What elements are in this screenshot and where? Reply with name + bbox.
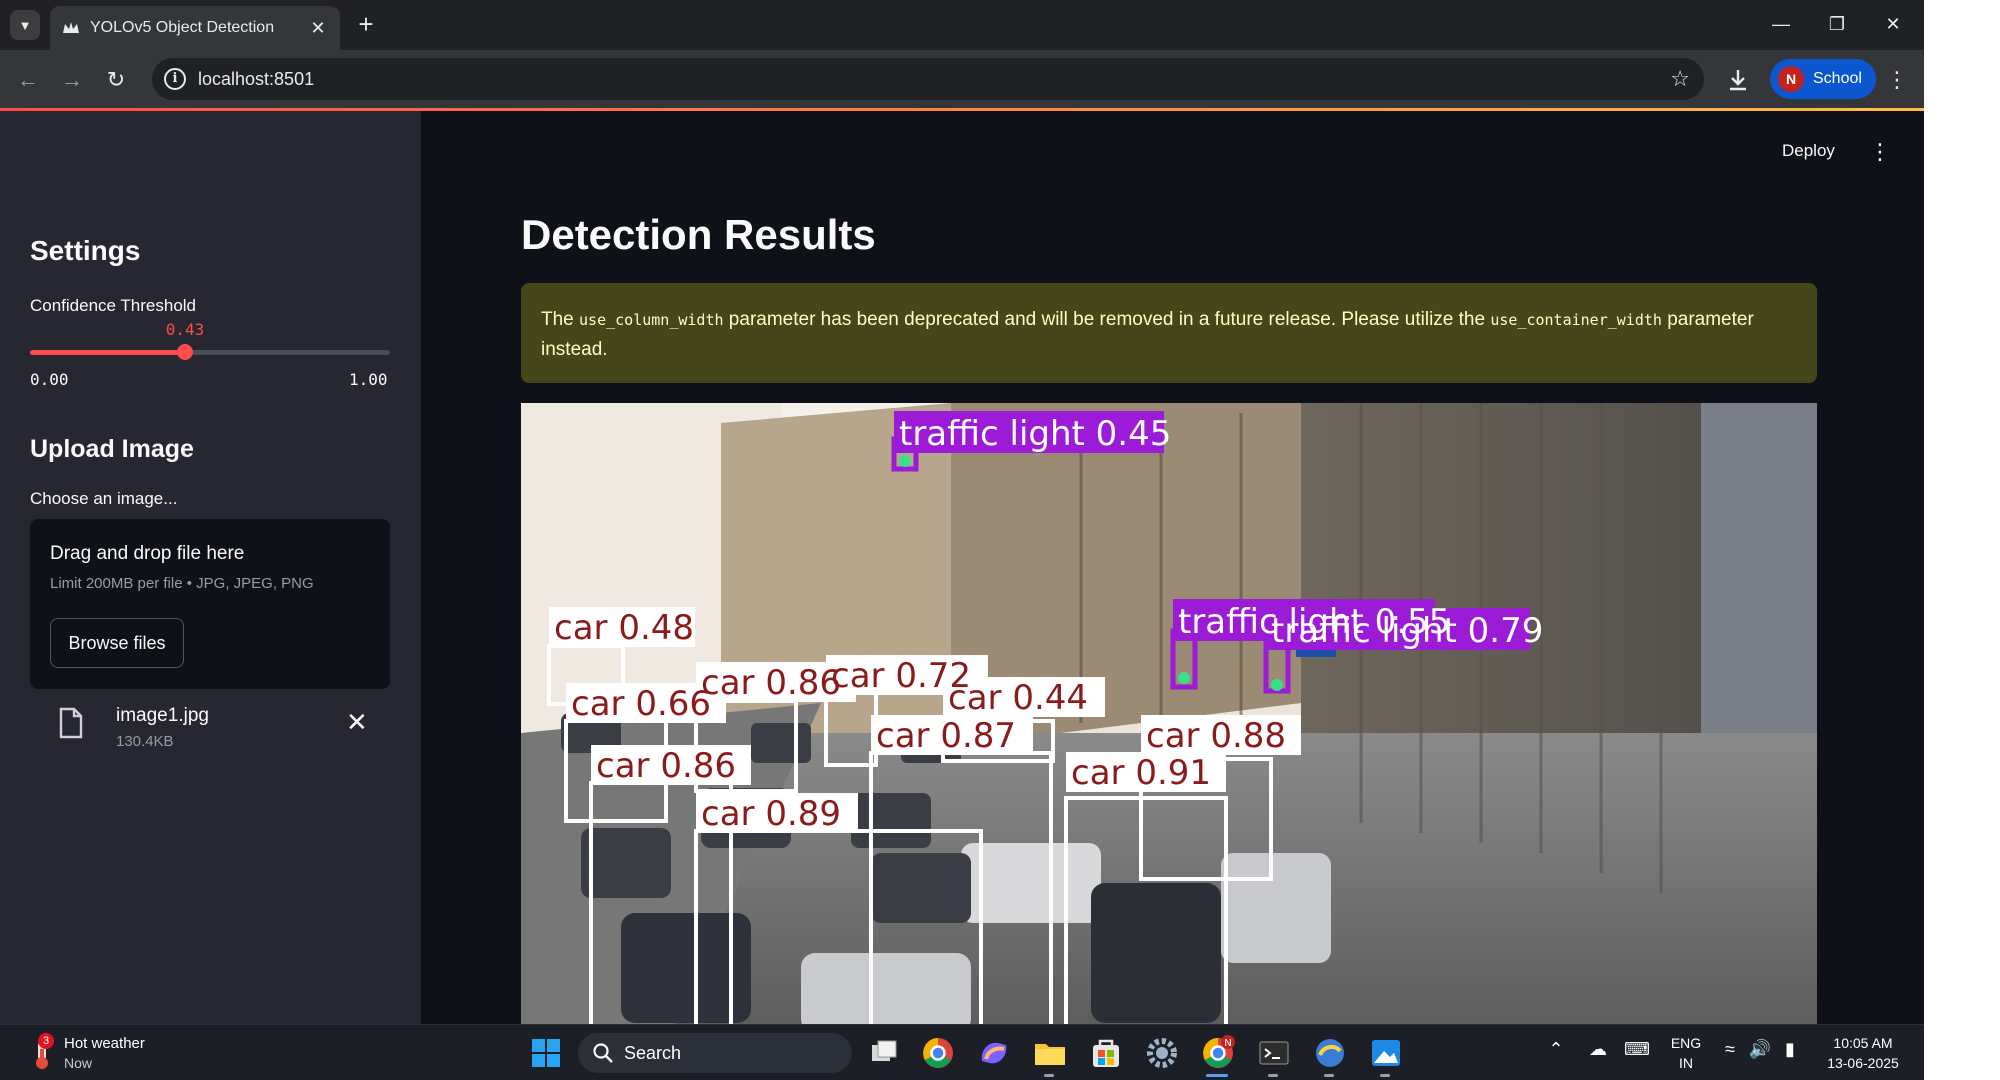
download-icon[interactable] bbox=[1722, 64, 1754, 96]
dropzone-hint: Limit 200MB per file • JPG, JPEG, PNG bbox=[50, 575, 314, 592]
detection-label-car-7: car 0.88 bbox=[1146, 716, 1286, 756]
detection-label-car-2: car 0.86 bbox=[701, 663, 841, 703]
detection-label-car-8: car 0.86 bbox=[596, 746, 736, 786]
file-icon bbox=[59, 707, 83, 739]
language-region: IN bbox=[1679, 1055, 1693, 1071]
file-dropzone[interactable]: Drag and drop file here Limit 200MB per … bbox=[30, 519, 390, 689]
weather-title[interactable]: Hot weather bbox=[64, 1035, 145, 1052]
deprecation-warning: The use_column_width parameter has been … bbox=[521, 283, 1817, 383]
uploaded-file-row: image1.jpg 130.4KB ✕ bbox=[30, 697, 390, 757]
upload-heading: Upload Image bbox=[30, 435, 194, 463]
bookmark-star-icon[interactable]: ☆ bbox=[1670, 66, 1690, 92]
screen: ▼ YOLOv5 Object Detection ✕ + — ❐ ✕ ← → … bbox=[0, 0, 1924, 1080]
search-icon bbox=[593, 1043, 613, 1063]
weather-subtitle: Now bbox=[64, 1055, 93, 1071]
running-indicator bbox=[1268, 1074, 1278, 1077]
chrome-icon[interactable] bbox=[920, 1035, 956, 1071]
running-indicator bbox=[1324, 1074, 1334, 1077]
settings-gear-icon[interactable] bbox=[1144, 1035, 1180, 1071]
task-view-icon[interactable] bbox=[866, 1035, 902, 1071]
detection-label-car-1: car 0.48 bbox=[554, 608, 694, 648]
profile-name: School bbox=[1813, 70, 1862, 87]
page-title: Detection Results bbox=[521, 211, 876, 258]
tab-strip: ▼ YOLOv5 Object Detection ✕ + — ❐ ✕ bbox=[0, 0, 1924, 50]
taskbar-search[interactable]: Search bbox=[578, 1033, 852, 1073]
browser-tab-active[interactable]: YOLOv5 Object Detection ✕ bbox=[50, 6, 340, 50]
tab-title: YOLOv5 Object Detection bbox=[90, 19, 275, 36]
new-tab-plus-icon[interactable]: + bbox=[352, 10, 380, 38]
address-bar[interactable]: i localhost:8501 ☆ bbox=[152, 58, 1704, 100]
weather-badge: 3 bbox=[38, 1033, 54, 1049]
url-text[interactable]: localhost:8501 bbox=[198, 69, 314, 90]
keyboard-icon[interactable]: ⌨ bbox=[1624, 1039, 1650, 1067]
tray-overflow-chevron-icon[interactable]: ⌃ bbox=[1544, 1039, 1568, 1067]
detection-label-car-10: car 0.89 bbox=[701, 794, 841, 834]
profile-button[interactable]: N School bbox=[1770, 59, 1876, 99]
detection-label-traffic-light-1: traffic light 0.45 bbox=[899, 414, 1171, 454]
slider-max-label: 1.00 bbox=[349, 370, 388, 389]
windows-start-icon[interactable] bbox=[528, 1035, 564, 1071]
streamlit-crown-icon bbox=[62, 19, 80, 37]
slider-fill bbox=[30, 350, 185, 355]
microsoft-store-icon[interactable] bbox=[1088, 1035, 1124, 1071]
site-info-icon[interactable]: i bbox=[164, 68, 186, 90]
slider-thumb[interactable] bbox=[177, 344, 193, 360]
file-name: image1.jpg bbox=[116, 705, 209, 726]
back-arrow-icon[interactable]: ← bbox=[12, 64, 44, 96]
confidence-slider[interactable] bbox=[30, 344, 390, 360]
wifi-icon[interactable]: ≈ bbox=[1718, 1039, 1742, 1067]
close-tab-icon[interactable]: ✕ bbox=[308, 18, 328, 39]
volume-icon[interactable]: 🔊 bbox=[1748, 1039, 1772, 1067]
python-idle-icon[interactable] bbox=[1312, 1035, 1348, 1071]
running-indicator bbox=[1380, 1074, 1390, 1077]
terminal-icon[interactable] bbox=[1256, 1035, 1292, 1071]
window-close-icon[interactable]: ✕ bbox=[1870, 8, 1916, 40]
browser-toolbar: ← → ↻ i localhost:8501 ☆ N School ⋮ bbox=[0, 50, 1924, 110]
deploy-button[interactable]: Deploy bbox=[1782, 141, 1835, 161]
windows-taskbar: 3 Hot weather Now Search N ⌃ ☁ ⌨ ENG IN … bbox=[0, 1024, 1924, 1080]
minimize-icon[interactable]: — bbox=[1758, 8, 1804, 40]
sidebar: Settings Confidence Threshold 0.43 0.00 … bbox=[0, 111, 421, 1024]
detection-label-car-5: car 0.44 bbox=[948, 678, 1088, 718]
forward-arrow-icon[interactable]: → bbox=[56, 64, 88, 96]
detection-label-car-6: car 0.87 bbox=[876, 716, 1016, 756]
reload-icon[interactable]: ↻ bbox=[100, 64, 132, 96]
confidence-slider-label: Confidence Threshold bbox=[30, 296, 197, 315]
file-explorer-icon[interactable] bbox=[1032, 1035, 1068, 1071]
file-size: 130.4KB bbox=[116, 733, 174, 750]
copilot-icon[interactable] bbox=[976, 1035, 1012, 1071]
settings-heading: Settings bbox=[30, 235, 141, 266]
detection-label-car-4: car 0.66 bbox=[571, 684, 711, 724]
detection-label-traffic-light-3: traffic light 0.79 bbox=[1271, 611, 1543, 651]
clock-time[interactable]: 10:05 AM bbox=[1818, 1035, 1908, 1051]
onedrive-cloud-icon[interactable]: ☁ bbox=[1586, 1039, 1610, 1067]
chrome-profile-icon[interactable]: N bbox=[1200, 1035, 1236, 1071]
chrome-menu-kebab-icon[interactable]: ⋮ bbox=[1882, 64, 1912, 96]
active-indicator bbox=[1206, 1074, 1228, 1077]
photos-icon[interactable] bbox=[1368, 1035, 1404, 1071]
avatar: N bbox=[1778, 66, 1804, 92]
running-indicator bbox=[1044, 1074, 1054, 1077]
language-indicator[interactable]: ENG bbox=[1666, 1035, 1706, 1051]
remove-file-x-icon[interactable]: ✕ bbox=[346, 707, 368, 738]
app-menu-kebab-icon[interactable]: ⋮ bbox=[1869, 139, 1891, 165]
main-content: Deploy ⋮ Detection Results The use_colum… bbox=[421, 111, 1924, 1024]
dropzone-title: Drag and drop file here bbox=[50, 543, 245, 564]
slider-min-label: 0.00 bbox=[30, 370, 69, 389]
clock-date: 13-06-2025 bbox=[1827, 1055, 1899, 1071]
chrome-badge-letter: N bbox=[1224, 1038, 1231, 1049]
tab-search-chevron-icon[interactable]: ▼ bbox=[10, 10, 40, 40]
restore-icon[interactable]: ❐ bbox=[1814, 8, 1860, 40]
warning-code-container-width: use_container_width bbox=[1490, 311, 1662, 329]
upload-label: Choose an image... bbox=[30, 489, 178, 508]
detection-result-image: traffic light 0.45 traffic light 0.55 tr… bbox=[521, 403, 1817, 1024]
slider-current-value: 0.43 bbox=[165, 320, 205, 339]
browse-files-button[interactable]: Browse files bbox=[50, 618, 184, 668]
battery-icon[interactable]: ▮ bbox=[1778, 1039, 1802, 1067]
detection-label-car-9: car 0.91 bbox=[1071, 753, 1211, 793]
warning-code-column-width: use_column_width bbox=[579, 311, 724, 329]
search-placeholder: Search bbox=[624, 1043, 682, 1063]
